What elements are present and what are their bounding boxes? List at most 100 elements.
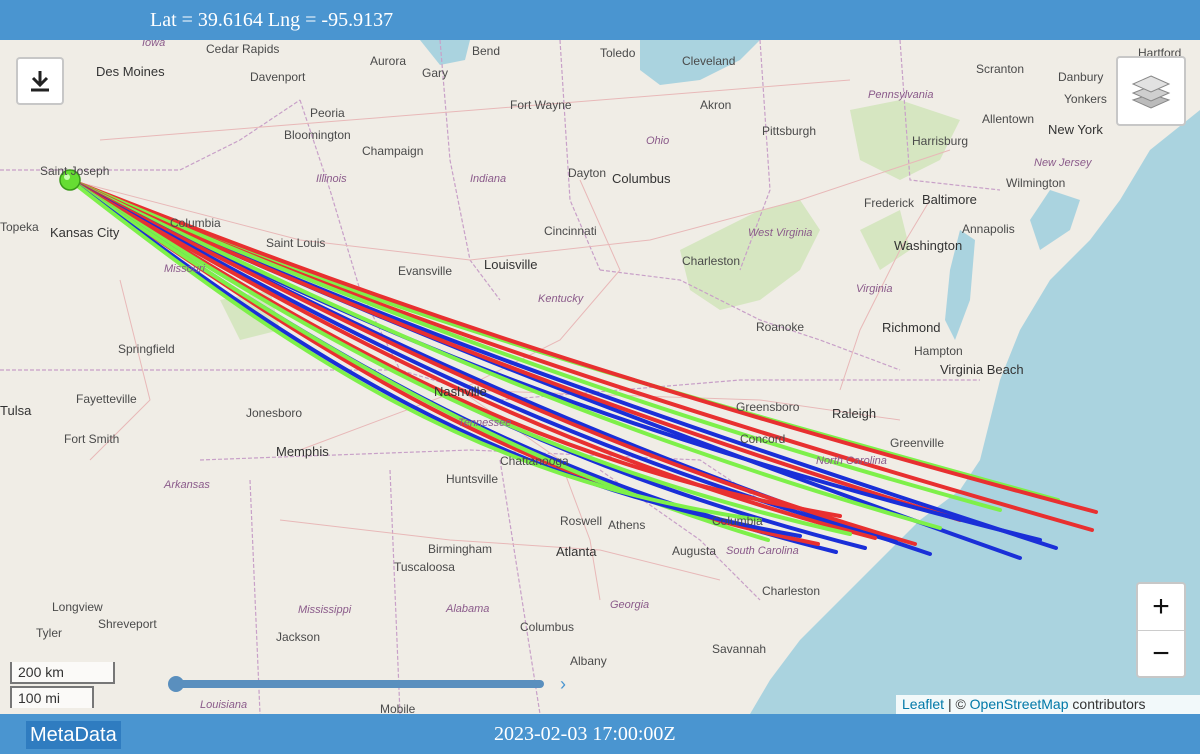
state-label: Ohio bbox=[646, 135, 670, 147]
osm-link[interactable]: OpenStreetMap bbox=[970, 696, 1069, 712]
city-label: Akron bbox=[700, 98, 732, 112]
zoom-out-button[interactable]: − bbox=[1138, 631, 1184, 677]
city-label: Fayetteville bbox=[76, 392, 137, 406]
header-bar: Lat = 39.6164 Lng = -95.9137 bbox=[0, 0, 1200, 40]
download-icon bbox=[31, 71, 49, 92]
city-label: Huntsville bbox=[446, 472, 499, 486]
state-label: Georgia bbox=[610, 599, 650, 611]
map-view[interactable]: Des Moines Cedar Rapids Davenport Aurora… bbox=[0, 40, 1200, 714]
city-label: Charleston bbox=[682, 254, 741, 268]
chevron-right-icon[interactable]: › bbox=[560, 674, 566, 695]
city-label: Allentown bbox=[982, 112, 1035, 126]
city-label: Jackson bbox=[276, 630, 321, 644]
city-label: Saint Louis bbox=[266, 236, 326, 250]
download-button[interactable] bbox=[16, 57, 64, 105]
city-label: Tuscaloosa bbox=[394, 560, 455, 574]
state-label: Virginia bbox=[856, 283, 893, 295]
state-label: North Carolina bbox=[816, 455, 887, 467]
city-label: Memphis bbox=[276, 444, 329, 459]
city-label: Raleigh bbox=[832, 406, 877, 421]
state-label: Iowa bbox=[142, 40, 166, 49]
state-label: Missouri bbox=[164, 263, 205, 275]
city-label: Annapolis bbox=[962, 222, 1015, 236]
city-label: Jonesboro bbox=[246, 406, 303, 420]
city-label: Champaign bbox=[362, 144, 424, 158]
city-label: Roswell bbox=[560, 514, 603, 528]
city-label: Bend bbox=[472, 44, 501, 58]
coordinates-readout: Lat = 39.6164 Lng = -95.9137 bbox=[150, 9, 394, 31]
city-label: Peoria bbox=[310, 106, 345, 120]
city-label: Virginia Beach bbox=[940, 362, 1024, 377]
city-label: Columbus bbox=[612, 171, 671, 186]
layers-button[interactable] bbox=[1116, 56, 1186, 126]
city-label: Davenport bbox=[250, 70, 306, 84]
zoom-control: + − bbox=[1136, 582, 1186, 678]
city-label: Cleveland bbox=[682, 54, 736, 68]
city-label: Saint Joseph bbox=[40, 164, 110, 178]
city-label: Cedar Rapids bbox=[206, 42, 280, 56]
city-label: Cincinnati bbox=[544, 224, 597, 238]
city-label: Atlanta bbox=[556, 544, 597, 559]
city-label: Dayton bbox=[568, 166, 607, 180]
map-tiles bbox=[0, 40, 1200, 714]
city-label: Greenville bbox=[890, 436, 945, 450]
city-label: Topeka bbox=[0, 220, 39, 234]
city-label: Yonkers bbox=[1064, 92, 1107, 106]
city-label: Columbia bbox=[712, 514, 763, 528]
state-label: Arkansas bbox=[164, 479, 210, 491]
state-label: Kentucky bbox=[538, 293, 584, 305]
city-label: Chattanooga bbox=[500, 454, 569, 468]
city-label: Des Moines bbox=[96, 64, 165, 79]
city-label: Kansas City bbox=[50, 225, 120, 240]
city-label: Mobile bbox=[380, 702, 416, 714]
city-label: Washington bbox=[894, 238, 963, 253]
city-label: Athens bbox=[608, 518, 646, 532]
scale-km: 200 km bbox=[10, 662, 115, 684]
city-label: Springfield bbox=[118, 342, 175, 356]
city-label: Savannah bbox=[712, 642, 767, 656]
city-label: Harrisburg bbox=[912, 134, 969, 148]
city-label: Greensboro bbox=[736, 400, 800, 414]
state-label: Mississippi bbox=[298, 604, 352, 616]
city-label: Pittsburgh bbox=[762, 124, 817, 138]
state-label: West Virginia bbox=[748, 227, 813, 239]
city-label: Hampton bbox=[914, 344, 963, 358]
scale-mi: 100 mi bbox=[10, 686, 94, 708]
city-label: Roanoke bbox=[756, 320, 805, 334]
layers-icon bbox=[1131, 75, 1171, 109]
map-attribution: Leaflet | © OpenStreetMap contributors bbox=[896, 695, 1200, 714]
state-label: Indiana bbox=[470, 173, 507, 185]
city-label: Aurora bbox=[370, 54, 407, 68]
zoom-in-button[interactable]: + bbox=[1138, 584, 1184, 630]
state-label: Tennessee bbox=[458, 417, 512, 429]
city-label: Tyler bbox=[36, 626, 63, 640]
metadata-button[interactable]: MetaData bbox=[26, 721, 121, 749]
city-label: Bloomington bbox=[284, 128, 351, 142]
city-label: Fort Wayne bbox=[510, 98, 572, 112]
city-label: Frederick bbox=[864, 196, 915, 210]
city-label: Fort Smith bbox=[64, 432, 120, 446]
city-label: Columbus bbox=[520, 620, 575, 634]
attribution-suffix: contributors bbox=[1072, 696, 1146, 712]
timestamp-display: 2023-02-03 17:00:00Z bbox=[494, 723, 676, 745]
state-label: Louisiana bbox=[200, 699, 248, 711]
city-label: Evansville bbox=[398, 264, 453, 278]
time-slider-track[interactable] bbox=[172, 680, 544, 688]
city-label: Scranton bbox=[976, 62, 1025, 76]
attribution-separator: | © bbox=[947, 696, 966, 712]
city-label: Baltimore bbox=[922, 192, 977, 207]
city-label: Charleston bbox=[762, 584, 821, 598]
city-label: Albany bbox=[570, 654, 607, 668]
time-slider-handle[interactable] bbox=[168, 676, 184, 692]
city-label: Louisville bbox=[484, 257, 538, 272]
city-label: Tulsa bbox=[0, 403, 32, 418]
leaflet-link[interactable]: Leaflet bbox=[902, 696, 944, 712]
city-label: Birmingham bbox=[428, 542, 493, 556]
city-label: Augusta bbox=[672, 544, 717, 558]
city-label: Nashville bbox=[434, 384, 487, 399]
state-label: Illinois bbox=[316, 173, 347, 185]
city-label: Gary bbox=[422, 66, 449, 80]
footer-bar: MetaData 2023-02-03 17:00:00Z bbox=[0, 714, 1200, 754]
state-label: New Jersey bbox=[1034, 157, 1092, 169]
city-label: Wilmington bbox=[1006, 176, 1066, 190]
